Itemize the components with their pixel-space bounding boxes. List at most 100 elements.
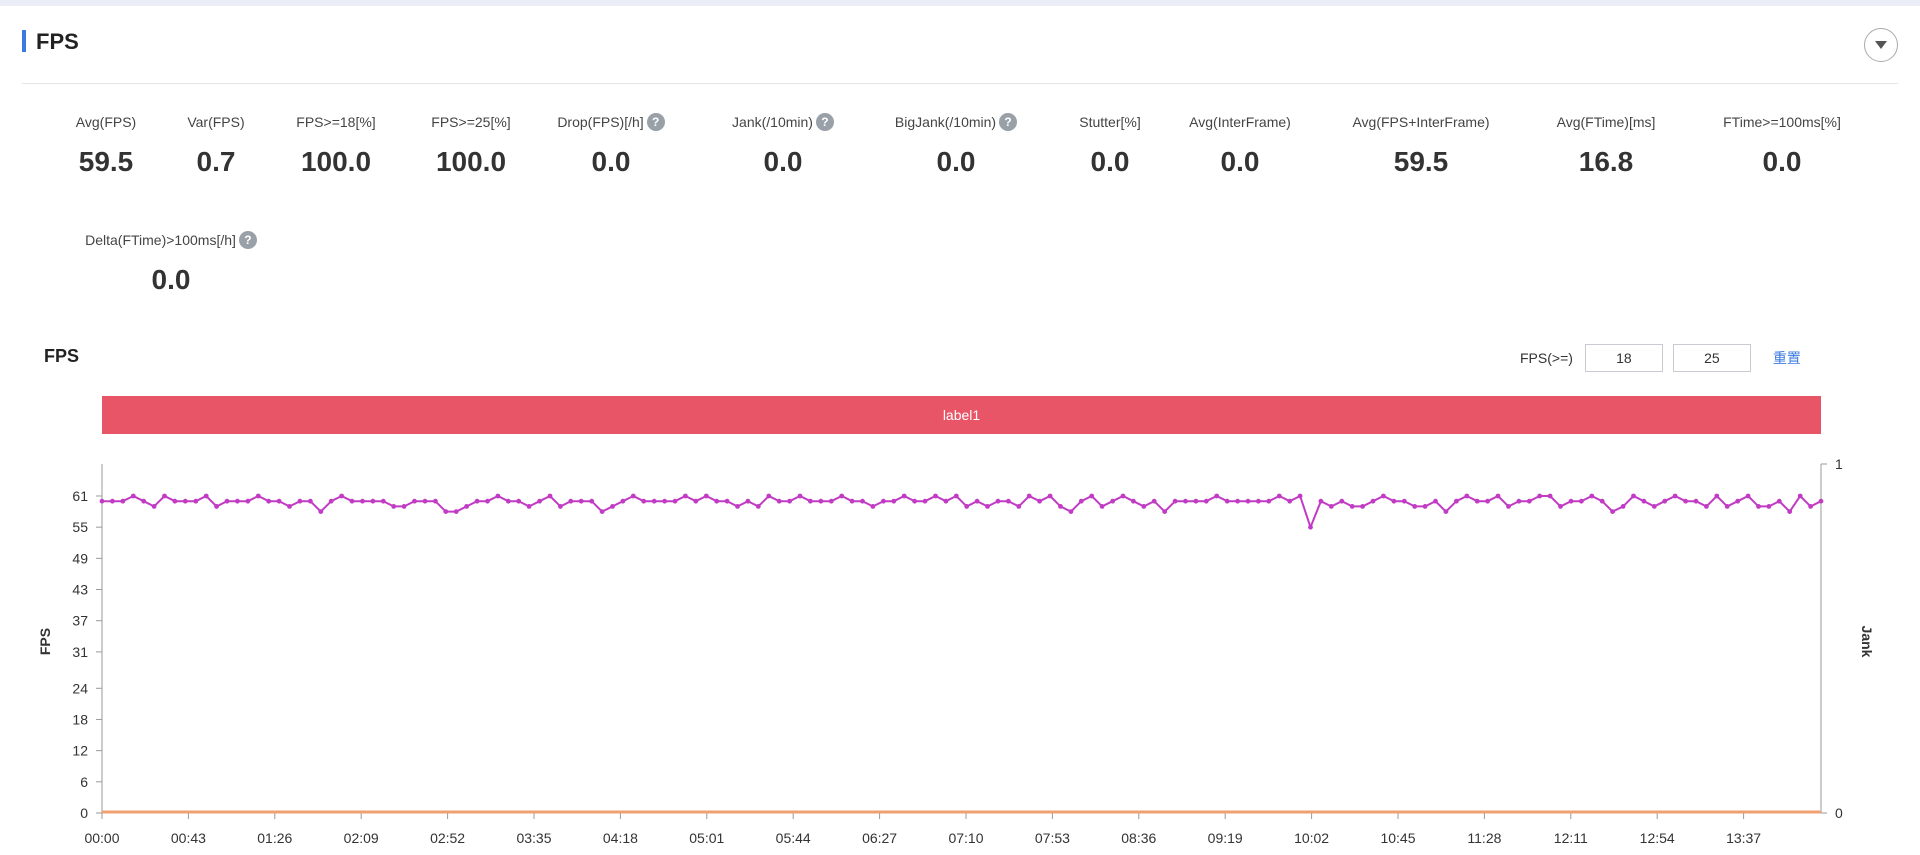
fps-data-point bbox=[662, 498, 667, 504]
fps-data-point bbox=[620, 498, 626, 504]
y2-tick-label: 0 bbox=[1835, 805, 1843, 821]
help-icon[interactable]: ? bbox=[815, 113, 834, 131]
y-tick-label: 49 bbox=[72, 550, 88, 566]
fps-data-point bbox=[870, 504, 876, 509]
reset-link[interactable]: 重置 bbox=[1773, 348, 1801, 368]
x-tick-label: 10:45 bbox=[1380, 830, 1415, 846]
y-tick-label: 55 bbox=[72, 519, 88, 535]
fps-data-point bbox=[578, 498, 584, 504]
fps-data-point bbox=[1766, 504, 1772, 509]
fps-data-point bbox=[1318, 498, 1324, 504]
fps-data-point bbox=[1058, 504, 1063, 509]
fps-data-point bbox=[1162, 509, 1168, 514]
fps-data-point bbox=[203, 493, 209, 499]
fps-data-point bbox=[1131, 498, 1136, 504]
fps-data-point bbox=[1485, 498, 1490, 504]
fps-data-point bbox=[485, 498, 490, 504]
fps-data-point bbox=[99, 498, 105, 504]
fps-data-point bbox=[1245, 498, 1251, 504]
metric-bigjank: BigJank(/10min)? 0.0 bbox=[872, 112, 1040, 178]
fps-data-point bbox=[1474, 498, 1480, 504]
x-tick-label: 07:53 bbox=[1035, 830, 1070, 846]
fps-data-point bbox=[995, 498, 1001, 504]
fps-data-point bbox=[516, 498, 522, 504]
fps-data-point bbox=[755, 504, 761, 509]
metric-value: 59.5 bbox=[1393, 146, 1449, 177]
threshold-high-input[interactable] bbox=[1672, 344, 1751, 372]
y-tick-label: 18 bbox=[72, 711, 88, 727]
fps-data-point bbox=[1110, 498, 1115, 504]
metric-drop-fps: Drop(FPS)[/h]? 0.0 bbox=[546, 112, 676, 178]
fps-data-point bbox=[839, 493, 845, 499]
help-icon[interactable]: ? bbox=[999, 113, 1018, 131]
fps-data-point bbox=[1183, 498, 1188, 504]
x-tick-label: 02:09 bbox=[344, 830, 379, 846]
label-bar[interactable]: label1 bbox=[102, 396, 1821, 434]
metric-label: Stutter[%] bbox=[1079, 114, 1141, 130]
fps-data-point bbox=[1547, 493, 1553, 499]
fps-data-point bbox=[1651, 504, 1657, 509]
x-tick-label: 11:28 bbox=[1467, 830, 1501, 846]
fps-data-point bbox=[412, 498, 417, 504]
fps-data-point bbox=[672, 498, 678, 504]
panel-header: FPS bbox=[22, 24, 1898, 84]
metrics-grid: Avg(FPS) 59.5 Var(FPS) 0.7 FPS>=18[%] 10… bbox=[0, 112, 1920, 312]
fps-data-point bbox=[474, 498, 480, 504]
fps-data-point bbox=[1203, 498, 1209, 504]
fps-data-point bbox=[495, 493, 501, 499]
fps-data-point bbox=[182, 498, 188, 504]
fps-data-point bbox=[1558, 504, 1563, 509]
help-icon[interactable]: ? bbox=[646, 113, 665, 131]
metric-label: BigJank(/10min) bbox=[894, 114, 997, 130]
metric-jank: Jank(/10min)? 0.0 bbox=[716, 112, 850, 178]
fps-data-point bbox=[1370, 498, 1376, 504]
metric-value: 0.0 bbox=[1090, 146, 1130, 177]
fps-data-point bbox=[599, 509, 605, 514]
fps-data-point bbox=[985, 504, 990, 509]
metric-label: Drop(FPS)[/h] bbox=[557, 114, 644, 130]
fps-data-point bbox=[1224, 498, 1230, 504]
fps-data-point bbox=[1120, 493, 1126, 499]
x-tick-label: 10:02 bbox=[1294, 830, 1329, 846]
metric-label: FTime>=100ms[%] bbox=[1723, 114, 1841, 130]
fps-data-point bbox=[433, 498, 438, 504]
metric-value: 100.0 bbox=[435, 146, 507, 177]
metric-label: Avg(FTime)[ms] bbox=[1556, 114, 1656, 130]
fps-data-point bbox=[1141, 504, 1147, 509]
fps-data-point bbox=[1089, 493, 1095, 499]
fps-data-point bbox=[1693, 498, 1699, 504]
fps-data-point bbox=[943, 498, 949, 504]
fps-data-point bbox=[1339, 498, 1345, 504]
fps-data-point bbox=[370, 498, 376, 504]
metric-value: 0.7 bbox=[196, 146, 236, 177]
fps-data-point bbox=[1579, 498, 1584, 504]
fps-data-point bbox=[401, 504, 407, 509]
fps-data-point bbox=[1328, 504, 1334, 509]
collapse-toggle-button[interactable] bbox=[1864, 28, 1898, 62]
threshold-low-input[interactable] bbox=[1584, 344, 1663, 372]
metric-label: Avg(FPS) bbox=[75, 114, 137, 130]
fps-data-point bbox=[797, 493, 803, 499]
fps-data-point bbox=[1516, 498, 1522, 504]
fps-data-point bbox=[1568, 498, 1574, 504]
help-icon[interactable]: ? bbox=[238, 231, 257, 249]
metric-delta-ftime: Delta(FTime)>100ms[/h]? 0.0 bbox=[58, 230, 284, 296]
metric-label: Jank(/10min) bbox=[732, 114, 813, 130]
fps-data-point bbox=[1495, 493, 1501, 499]
fps-data-point bbox=[1401, 498, 1407, 504]
threshold-label: FPS(>=) bbox=[1520, 350, 1573, 366]
x-tick-label: 05:01 bbox=[689, 830, 724, 846]
fps-data-point bbox=[1151, 498, 1157, 504]
fps-data-point bbox=[1672, 493, 1678, 499]
fps-data-point bbox=[641, 498, 647, 504]
fps-data-point bbox=[1683, 498, 1688, 504]
metric-label: FPS>=18[%] bbox=[296, 114, 376, 130]
fps-data-point bbox=[860, 498, 865, 504]
metric-ftime-ge-100ms: FTime>=100ms[%] 0.0 bbox=[1700, 112, 1864, 178]
top-strip bbox=[0, 0, 1920, 6]
fps-data-point bbox=[964, 504, 970, 509]
metric-value: 0.0 bbox=[1762, 146, 1802, 177]
fps-data-point bbox=[1078, 498, 1084, 504]
metric-value: 100.0 bbox=[300, 146, 372, 177]
fps-data-point bbox=[120, 498, 126, 504]
